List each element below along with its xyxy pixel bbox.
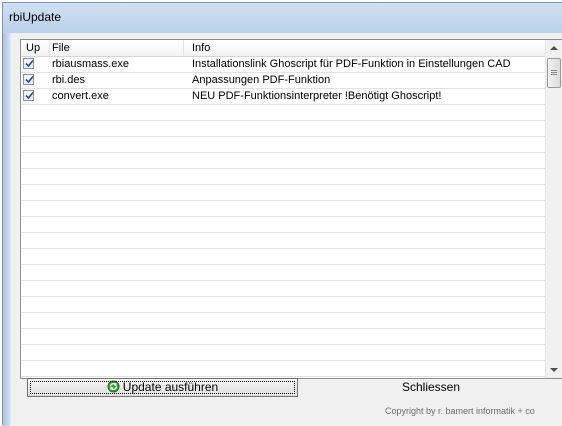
empty-row (21, 137, 546, 153)
close-button[interactable]: Schliessen (381, 378, 481, 397)
vertical-scrollbar[interactable] (545, 40, 562, 378)
empty-row (21, 153, 546, 169)
empty-row (21, 121, 546, 137)
scroll-up-icon[interactable] (550, 46, 558, 50)
window-border (3, 33, 10, 426)
update-button[interactable]: Update ausführen (27, 378, 298, 397)
scroll-down-icon[interactable] (550, 368, 558, 372)
title-bar[interactable]: rbiUpdate (3, 3, 562, 33)
scroll-thumb[interactable] (547, 58, 561, 88)
row-checkbox-cell (21, 73, 50, 88)
checkmark-icon (25, 91, 34, 100)
file-name: rbi.des (52, 74, 86, 86)
checkmark-icon (25, 59, 34, 68)
file-info: Installationslink Ghoscript für PDF-Funk… (192, 58, 511, 70)
checkbox[interactable] (23, 90, 34, 101)
file-list[interactable]: Up File Info rbiausmass.exe Installations… (20, 39, 562, 379)
empty-row (21, 345, 546, 361)
table-row[interactable]: convert.exe NEU PDF-Funktionsinterpreter … (21, 89, 546, 105)
client-area: Up File Info rbiausmass.exe Installations… (11, 33, 562, 426)
column-header-file[interactable]: File (50, 40, 184, 56)
empty-row (21, 281, 546, 297)
row-checkbox-cell (21, 89, 50, 104)
file-info: NEU PDF-Funktionsinterpreter !Benötigt G… (192, 90, 442, 102)
list-rows: rbiausmass.exe Installationslink Ghoscrip… (21, 57, 546, 377)
column-header-up[interactable]: Up (21, 40, 50, 56)
empty-row (21, 249, 546, 265)
copyright-text: Copyright by r. bamert informatik + co (385, 406, 535, 416)
file-name: rbiausmass.exe (52, 58, 130, 70)
empty-row (21, 105, 546, 121)
checkmark-icon (25, 75, 34, 84)
file-name: convert.exe (52, 90, 109, 102)
row-checkbox-cell (21, 57, 50, 72)
update-icon (107, 380, 120, 398)
list-header: Up File Info (21, 40, 546, 57)
empty-row (21, 185, 546, 201)
table-row[interactable]: rbiausmass.exe Installationslink Ghoscrip… (21, 57, 546, 73)
empty-row (21, 265, 546, 281)
empty-row (21, 361, 546, 377)
empty-row (21, 169, 546, 185)
checkbox[interactable] (23, 74, 34, 85)
empty-row (21, 329, 546, 345)
app-window: rbiUpdate Up File Info rbiausmass.exe Ins… (2, 2, 562, 426)
empty-row (21, 233, 546, 249)
column-header-info[interactable]: Info (184, 40, 546, 56)
empty-row (21, 201, 546, 217)
update-button-label: Update ausführen (122, 380, 219, 394)
empty-row (21, 297, 546, 313)
checkbox[interactable] (23, 58, 34, 69)
window-title: rbiUpdate (9, 10, 62, 24)
file-info: Anpassungen PDF-Funktion (192, 74, 331, 86)
empty-row (21, 313, 546, 329)
table-row[interactable]: rbi.des Anpassungen PDF-Funktion (21, 73, 546, 89)
empty-row (21, 217, 546, 233)
